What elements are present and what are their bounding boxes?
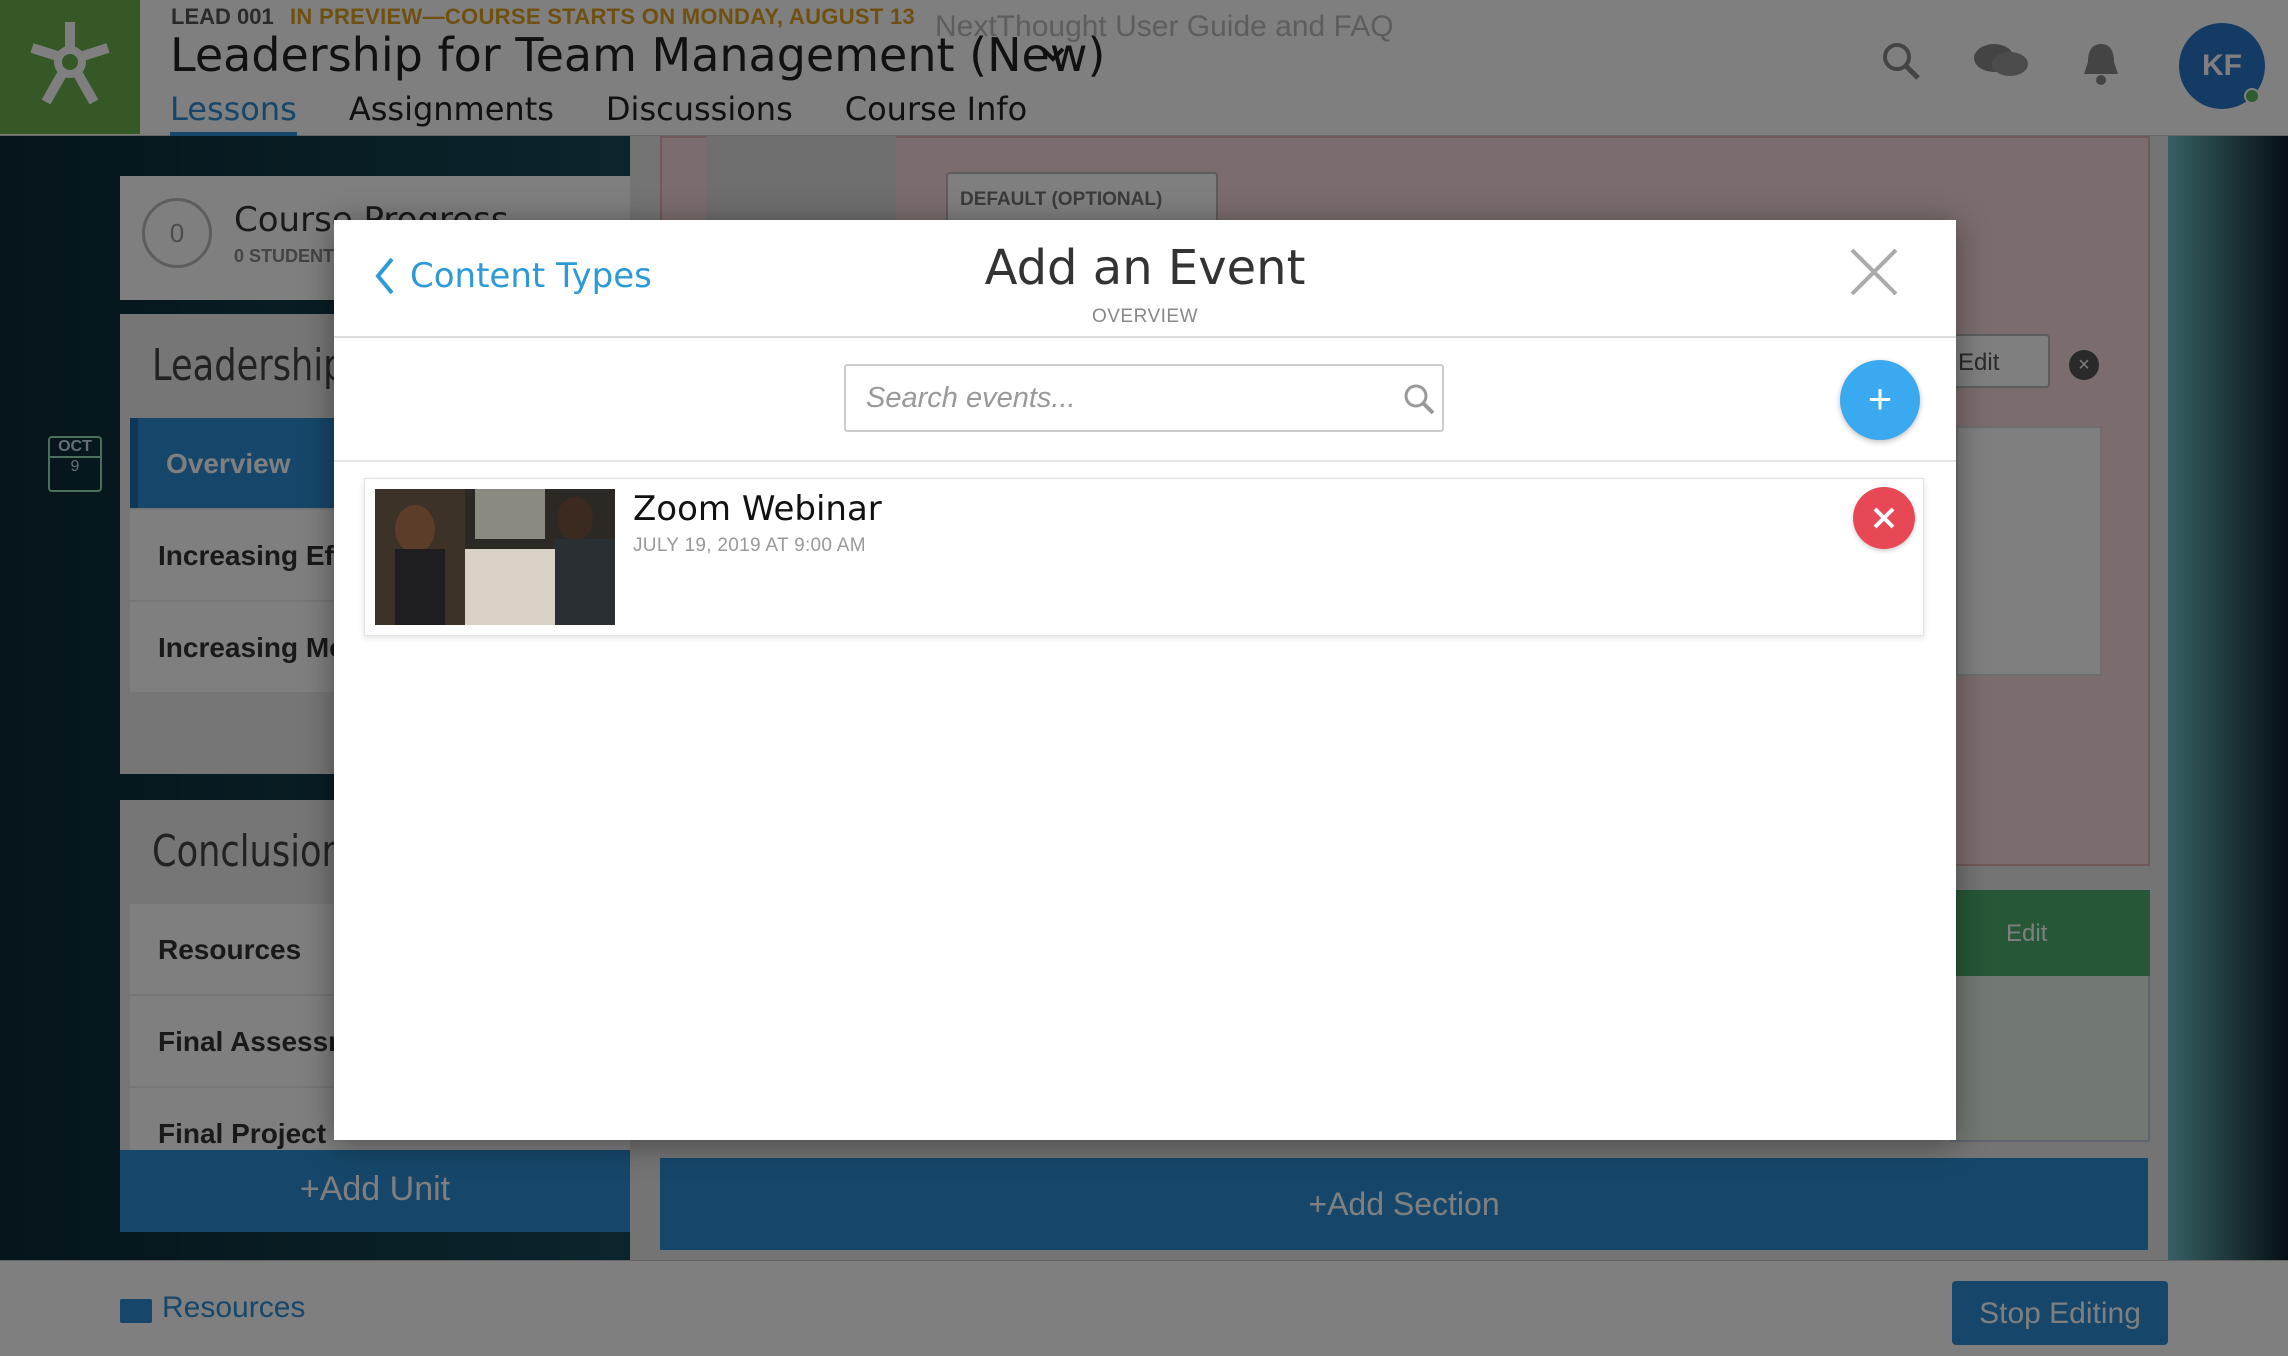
search-events-field[interactable] — [844, 364, 1444, 432]
close-icon — [1873, 507, 1895, 529]
remove-event-button[interactable] — [1853, 487, 1915, 549]
modal-title: Add an Event — [984, 240, 1306, 296]
event-list-item[interactable]: Zoom Webinar JULY 19, 2019 AT 9:00 AM — [364, 478, 1924, 636]
search-input[interactable] — [846, 366, 1386, 430]
close-icon[interactable] — [1848, 246, 1900, 298]
event-thumbnail — [375, 489, 615, 625]
add-event-button[interactable]: + — [1840, 360, 1920, 440]
modal-header: Content Types Add an Event OVERVIEW — [334, 220, 1956, 338]
add-event-modal: Content Types Add an Event OVERVIEW + — [334, 220, 1956, 1140]
event-date: JULY 19, 2019 AT 9:00 AM — [633, 535, 866, 556]
search-icon[interactable] — [1402, 382, 1436, 416]
event-name[interactable]: Zoom Webinar — [633, 489, 882, 529]
modal-subtitle: OVERVIEW — [1091, 306, 1199, 327]
meeting-photo-icon — [375, 489, 615, 625]
